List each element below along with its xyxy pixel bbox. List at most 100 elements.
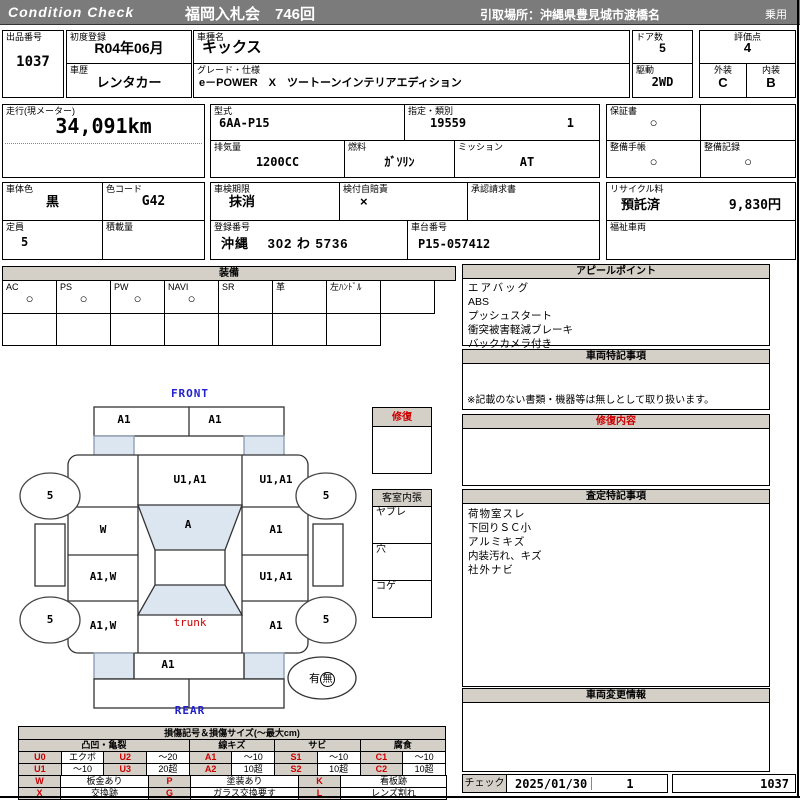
vehicle-notes-header: 車両特記事項 [462,349,770,364]
displacement-cell: 排気量 1200CC [210,140,345,178]
cabin-hole-label: 穴 [376,544,386,555]
fuel-cell: 燃料 ｶﾞｿﾘﾝ [344,140,455,178]
displacement-value: 1200CC [255,155,300,169]
repair-detail-header: 修復内容 [462,414,770,429]
model-cell: 車種名 キックス [193,30,630,64]
drive-value: 2WD [651,75,674,89]
mileage-value: 34,091km [55,114,152,138]
equipment-label: SR [222,282,235,292]
grade-cell: グレード・仕様 e－POWER X ツートーンインテリアエディション [193,63,630,98]
panel-front-bumper-right: A1 [208,413,222,426]
legend-group-scratches: 線キズ [188,739,276,752]
equipment-cell-ps: PS ○ [56,280,111,314]
legend-code: S2 [274,763,318,776]
designation-cell: 指定・類別 19559 1 [404,104,600,141]
inspection-value: 抹消 [229,194,256,209]
warranty-cell: 保証書 ○ [606,104,701,141]
spare-no-label: 無 [320,672,335,687]
doors-cell: ドア数 5 [632,30,693,64]
panel-right-fender: U1,A1 [259,473,293,486]
legend-value: 20超 [146,763,190,776]
legend-code: U3 [103,763,148,776]
transmission-value: AT [519,155,535,169]
panel-right-rear-door: U1,A1 [259,570,293,583]
panel-left-front-door: W [99,523,107,536]
displacement-label: 排気量 [214,142,242,152]
assessment-line: 荷物室スレ [468,508,526,520]
recycle-amount: 9,830円 [728,198,781,213]
cabin-tear-label: ヤブレ [376,507,406,518]
grade-label: グレード・仕様 [197,65,261,75]
lot-number-value: 1037 [16,54,50,70]
vehicle-notes-disclaimer: ※記載のない書類・機器等は無しとして取り扱います。 [467,395,715,406]
equipment-label: 革 [276,282,286,292]
legend-value: 10超 [402,763,446,776]
vin-label: 車台番号 [411,222,448,232]
legend-value: 10超 [316,763,361,776]
legend-code: C2 [359,763,404,776]
equipment-cell-sr: SR [218,280,273,314]
panel-left-rear-door: A1,W [89,570,117,583]
pickup-location: 引取場所：沖縄県豊見城市渡橋名 [480,8,661,22]
assessment-line: アルミキズ [468,536,526,548]
warranty-value: ○ [649,115,658,130]
approval-request-label: 承認請求書 [471,184,517,194]
check-lot-number: 1037 [760,777,789,791]
damage-legend-table: 損傷記号＆損傷サイズ(～最大cm) 凸凹・亀裂 線キズ サビ 腐食 U0 エクボ… [18,726,446,776]
color-code-value: G42 [141,194,166,209]
transmission-label: ミッション [458,142,504,152]
equipment-empty-row-cell [272,313,327,346]
auction-sheet: { "header": { "brand": "Condition Check"… [0,0,800,800]
model-code-value: 6AA-P15 [219,116,270,130]
designation-class: 1 [566,116,574,130]
legend-code: A1 [188,751,233,764]
change-info-header: 車両変更情報 [462,688,770,703]
vin-value: P15-057412 [418,237,491,251]
sheet-bottom-edge [0,796,800,798]
cabin-interior-header: 客室内張 [372,489,432,507]
doors-value: 5 [659,41,666,55]
spare-yes-label: 有 [309,673,320,685]
legend-code: U1 [18,763,62,776]
panel-left-quarter: A1,W [89,619,117,632]
lot-number-label: 出品番号 [6,32,43,42]
appeal-line: ABS [468,296,490,308]
body-color-cell: 車体色 黒 [2,182,103,221]
legend-value: ～10 [60,763,105,776]
assessment-line: 下回りＳＣ小 [468,522,531,534]
maintenance-record-cell: 整備記録 ○ [700,140,796,178]
inspection-cell: 車検期限 抹消 [210,182,340,221]
cabin-hole-cell: 穴 [372,543,432,581]
equipment-empty-row-cell [110,313,165,346]
recycle-status: 預託済 [621,197,661,212]
equipment-empty-row-cell [2,313,57,346]
assessment-line: 内装汚れ、キズ [468,550,542,562]
appeal-points-box: エアバッグ ABS プッシュスタート 衝突被害軽減ブレーキ バックカメラ付き [462,278,770,350]
legend-value: ～10 [316,751,361,764]
legend-title: 損傷記号＆損傷サイズ(～最大cm) [18,726,446,740]
equipment-value: ○ [25,291,34,306]
recycle-fee-cell: リサイクル料 預託済 9,830円 [606,182,796,221]
legend-code: P [148,775,191,788]
designation-number: 19559 [430,116,467,130]
equipment-cell-leather: 革 [272,280,327,314]
legend-code: U0 [18,751,62,764]
brand-logo: Condition Check [8,4,135,20]
assessment-notes-header: 査定特記事項 [462,489,770,504]
legend-value: 板金あり [60,775,149,788]
front-label: FRONT [170,387,210,400]
assessment-notes-box: 荷物室スレ 下回りＳＣ小 アルミキズ 内装汚れ、キズ 社外ナビ [462,503,770,687]
header-bar: Condition Check 福岡入札会 746回 引取場所：沖縄県豊見城市渡… [0,0,800,25]
maintenance-book-cell: 整備手帳 ○ [606,140,701,178]
equipment-cell-extra [380,280,435,314]
capacity-cell: 定員 5 [2,220,103,260]
capacity-label: 定員 [6,222,25,232]
fuel-label: 燃料 [348,142,367,152]
assessment-line: 社外ナビ [468,564,514,576]
legend-group-corrosion: 腐食 [359,739,446,752]
check-date-count-box: 2025/01/30 1 [506,774,668,793]
legend-group-rust: サビ [274,739,361,752]
model-value: キックス [202,39,262,56]
color-code-cell: 色コード G42 [102,182,205,221]
equipment-value: ○ [79,291,88,306]
